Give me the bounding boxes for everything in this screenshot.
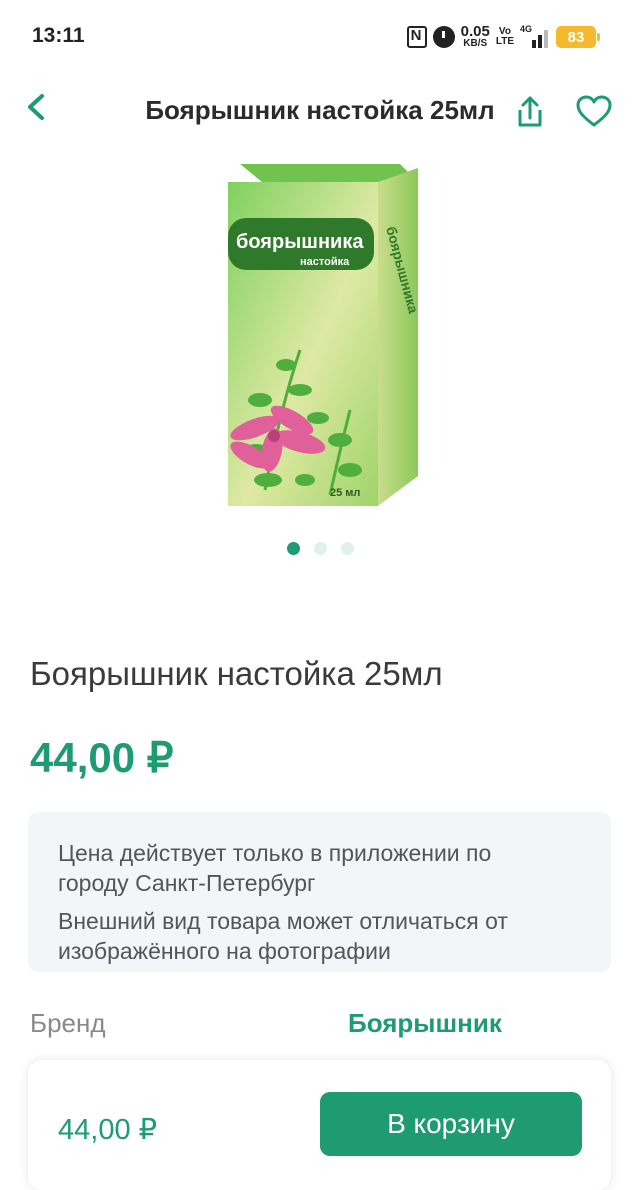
network-speed-unit: KB/S <box>463 38 488 49</box>
network-speed-value: 0.05 <box>460 23 490 40</box>
notice-appearance-line: Внешний вид товара может отличаться от и… <box>58 908 508 964</box>
signal-bar <box>538 35 542 48</box>
heart-icon <box>576 95 612 127</box>
product-title: Боярышник настойка 25мл <box>30 655 443 692</box>
box-subtitle-text: настойка <box>300 256 350 268</box>
buy-panel-price: 44,00 ₽ <box>58 1114 158 1146</box>
brand-row: Бренд Боярышник <box>30 1004 610 1044</box>
top-bar: Боярышник настойка 25мл <box>0 72 640 150</box>
favorite-button[interactable] <box>574 94 614 130</box>
brand-link[interactable]: Боярышник <box>348 1008 502 1039</box>
product-image: боярышника настойка боярышника 25 мл <box>228 164 422 506</box>
box-volume-text: 25 мл <box>330 487 360 499</box>
product-price: 44,00 ₽ <box>30 734 174 781</box>
buy-panel: 44,00 ₽ В корзину <box>28 1060 611 1190</box>
gallery-pagination <box>0 542 640 556</box>
status-bar: 13:11 0.05 KB/S Vo LTE 4G 83 <box>0 0 640 72</box>
share-button[interactable] <box>512 94 548 130</box>
signal-label: 4G <box>520 24 533 34</box>
network-speed: 0.05 KB/S <box>460 23 490 49</box>
gallery-dot-active[interactable] <box>286 542 300 555</box>
status-icons: 0.05 KB/S Vo LTE 4G 83 <box>406 22 600 52</box>
nfc-icon <box>406 26 427 48</box>
battery-level: 83 <box>567 28 585 46</box>
volte-indicator: Vo LTE <box>496 27 514 47</box>
share-icon <box>518 96 542 127</box>
price-notice: Цена действует только в приложении по го… <box>28 812 611 972</box>
notice-price-line: Цена действует только в приложении по го… <box>58 840 492 896</box>
status-time: 13:11 <box>32 24 85 47</box>
gallery-dot[interactable] <box>313 542 327 555</box>
signal-bar <box>544 30 548 48</box>
volte-bottom: LTE <box>495 36 514 47</box>
box-brand-text: боярышника <box>236 231 364 253</box>
add-to-cart-label: В корзину <box>387 1108 515 1139</box>
battery-icon: 83 <box>556 26 600 48</box>
box-side <box>378 168 418 506</box>
gallery-dot[interactable] <box>340 542 354 555</box>
alarm-icon <box>432 26 455 48</box>
product-gallery[interactable]: боярышника настойка боярышника 25 мл <box>0 150 640 522</box>
brand-label: Бренд <box>30 1008 106 1038</box>
add-to-cart-button[interactable]: В корзину <box>320 1092 582 1156</box>
signal-bar <box>532 40 536 48</box>
signal-icon: 4G <box>520 24 550 48</box>
